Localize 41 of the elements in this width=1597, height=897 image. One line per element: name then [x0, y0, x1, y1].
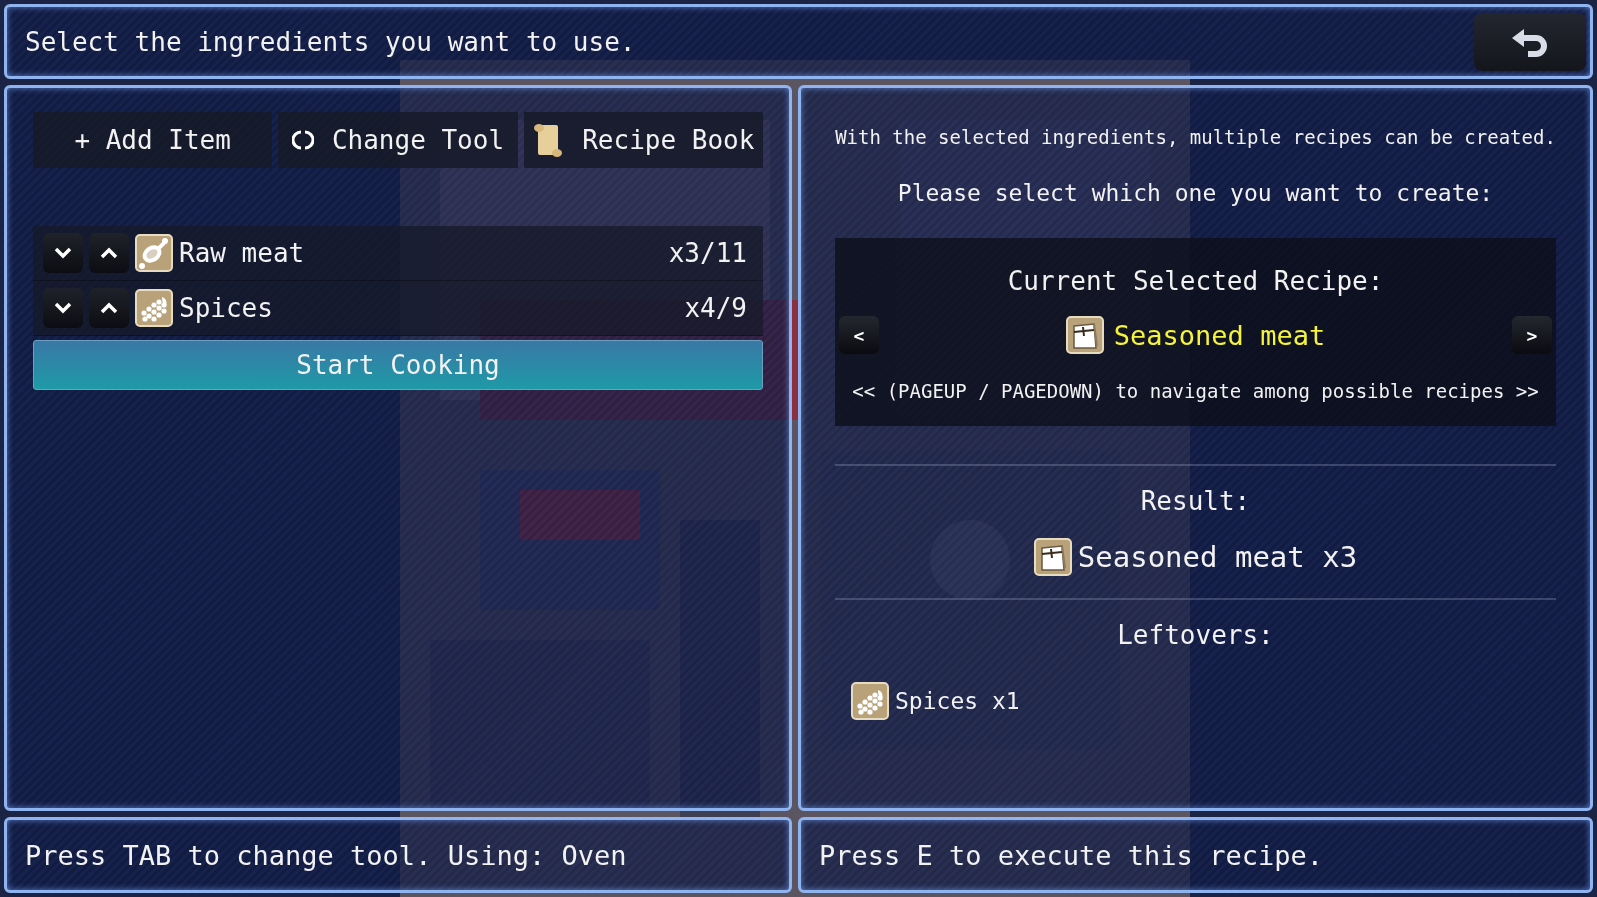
- ingredient-name: Spices: [179, 293, 274, 323]
- status-text: Press TAB to change tool. Using: Oven: [25, 839, 627, 871]
- bag-icon: [1065, 316, 1104, 354]
- chevron-down-icon: [54, 302, 72, 314]
- previous-button[interactable]: <: [839, 316, 879, 354]
- leftover-item: Spices x1: [895, 688, 1020, 714]
- selector-heading: Current Selected Recipe:: [1007, 266, 1384, 296]
- chevron-up-icon: [100, 247, 118, 259]
- info-text: Please select which one you want to create:: [897, 180, 1494, 206]
- toolbar-button[interactable]: + Add Item: [33, 112, 273, 168]
- info-text: With the selected ingredients, multiple recipes can be created.: [835, 126, 1556, 148]
- scroll-icon: [532, 122, 565, 158]
- ingredient-row[interactable]: Raw meat x3/11: [33, 226, 763, 281]
- ingredient-row[interactable]: Spices x4/9: [33, 281, 763, 336]
- refresh-icon: [291, 129, 314, 151]
- status-text: Press E to execute this recipe.: [819, 839, 1323, 871]
- back-button[interactable]: [1474, 12, 1586, 71]
- toolbar-button[interactable]: Recipe Book: [523, 112, 763, 168]
- increase-button[interactable]: [89, 233, 129, 273]
- spices-icon: [851, 682, 889, 720]
- recipe-name: Seasoned meat: [1113, 319, 1326, 351]
- result-heading: Result:: [1140, 486, 1251, 516]
- meat-icon: [135, 234, 173, 272]
- decrease-button[interactable]: [43, 233, 83, 273]
- return-icon: [1510, 26, 1550, 57]
- spices-icon: [135, 289, 173, 327]
- navigation-hint: << (PAGEUP / PAGEDOWN) to navigate among possible recipes >>: [852, 380, 1539, 402]
- bag-icon: [1033, 538, 1072, 576]
- decrease-button[interactable]: [43, 288, 83, 328]
- next-button[interactable]: >: [1512, 316, 1552, 354]
- instruction-title: Select the ingredients you want to use.: [25, 26, 636, 57]
- leftovers-heading: Leftovers:: [1117, 620, 1274, 650]
- ingredient-count: x4/9: [684, 293, 747, 323]
- ingredient-name: Raw meat: [179, 238, 306, 268]
- ingredient-count: x3/11: [668, 238, 747, 268]
- chevron-up-icon: [100, 302, 118, 314]
- start-cooking-button[interactable]: Start Cooking: [33, 340, 763, 390]
- chevron-down-icon: [54, 247, 72, 259]
- toolbar-button[interactable]: Change Tool: [278, 112, 518, 168]
- increase-button[interactable]: [89, 288, 129, 328]
- result-item: Seasoned meat x3: [1077, 540, 1358, 574]
